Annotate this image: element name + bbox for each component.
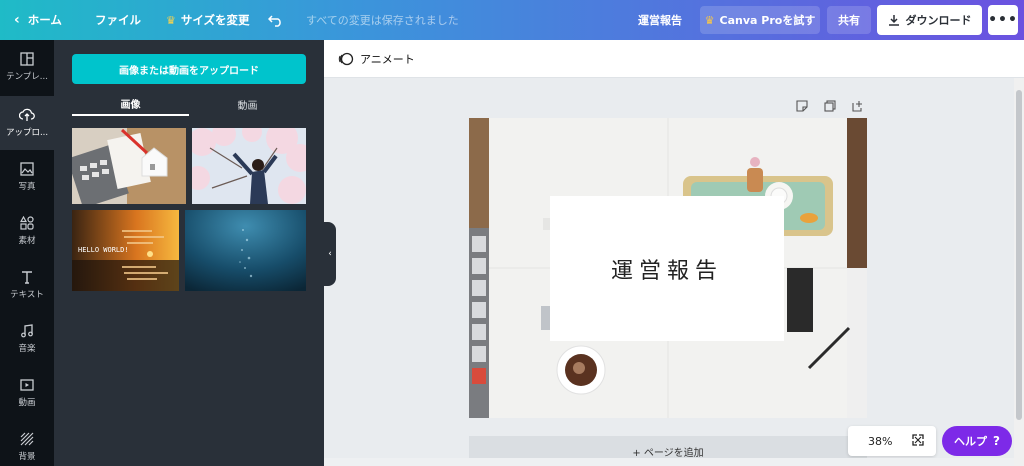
undo-icon[interactable] bbox=[268, 0, 284, 40]
tab-videos[interactable]: 動画 bbox=[189, 92, 306, 116]
thumbnail-calculator-house[interactable] bbox=[72, 128, 186, 204]
rail-item-templates[interactable]: テンプレ... bbox=[0, 40, 54, 94]
home-label: ホーム bbox=[27, 13, 62, 27]
editor-toolbar: アニメート bbox=[324, 40, 1024, 78]
home-button[interactable]: ‹ ホーム bbox=[14, 0, 62, 40]
add-page-icon[interactable] bbox=[852, 97, 866, 112]
download-label: ダウンロード bbox=[905, 14, 972, 27]
rail-label: 写真 bbox=[18, 182, 36, 192]
photo-icon bbox=[20, 162, 34, 176]
horizontal-scrollbar[interactable] bbox=[324, 458, 1014, 466]
animate-label: アニメート bbox=[360, 53, 415, 66]
collapse-panel-button[interactable]: ‹ bbox=[324, 222, 336, 286]
rail-item-background[interactable]: 背景 bbox=[0, 420, 54, 466]
upload-icon bbox=[19, 108, 35, 121]
save-status: すべての変更は保存されました bbox=[306, 14, 459, 27]
crown-icon: ♛ bbox=[166, 13, 176, 27]
animate-icon bbox=[338, 52, 354, 66]
download-button[interactable]: ダウンロード bbox=[877, 5, 982, 35]
rail-label: 背景 bbox=[18, 452, 36, 462]
top-bar: ‹ ホーム ファイル ♛ サイズを変更 すべての変更は保存されました 運営報告 … bbox=[0, 0, 1024, 40]
share-button[interactable]: 共有 bbox=[827, 6, 871, 34]
try-pro-button[interactable]: ♛ Canva Proを試す bbox=[700, 6, 820, 34]
rail-label: 音楽 bbox=[18, 344, 36, 354]
rail-label: アップロ... bbox=[5, 128, 49, 138]
scroll-thumb[interactable] bbox=[1016, 90, 1022, 420]
page-title-text[interactable]: 運営報告 bbox=[550, 196, 784, 341]
uploads-panel: 画像または動画をアップロード 画像 動画 HELLO WORLD! bbox=[54, 40, 324, 466]
tab-images[interactable]: 画像 bbox=[72, 92, 189, 116]
thumb-hello-text: HELLO WORLD! bbox=[78, 246, 129, 254]
download-icon bbox=[888, 15, 899, 26]
rail-label: 動画 bbox=[18, 398, 36, 408]
rail-label: テキスト bbox=[10, 290, 44, 300]
crown-icon: ♛ bbox=[704, 13, 715, 27]
note-icon[interactable] bbox=[796, 97, 810, 112]
fullscreen-icon[interactable] bbox=[912, 433, 925, 449]
resize-label: サイズを変更 bbox=[180, 13, 250, 27]
resize-button[interactable]: ♛ サイズを変更 bbox=[166, 0, 250, 40]
chevron-left-icon: ‹ bbox=[14, 12, 20, 28]
rail-item-music[interactable]: 音楽 bbox=[0, 312, 54, 366]
help-button[interactable]: ヘルプ ? bbox=[942, 426, 1012, 456]
rail-item-video[interactable]: 動画 bbox=[0, 366, 54, 420]
video-icon bbox=[20, 379, 34, 391]
page-actions bbox=[782, 97, 866, 112]
question-icon: ? bbox=[993, 434, 1000, 448]
rail-item-text[interactable]: テキスト bbox=[0, 258, 54, 312]
vertical-scrollbar[interactable] bbox=[1014, 78, 1024, 466]
elements-icon bbox=[20, 216, 34, 230]
side-rail: テンプレ... アップロ... 写真 素材 テキスト 音楽 動画 背景 bbox=[0, 40, 54, 466]
rail-item-uploads[interactable]: アップロ... bbox=[0, 96, 54, 150]
more-options-button[interactable]: ••• bbox=[988, 5, 1018, 35]
help-label: ヘルプ bbox=[954, 435, 988, 448]
try-pro-label: Canva Proを試す bbox=[719, 14, 816, 27]
rail-item-elements[interactable]: 素材 bbox=[0, 204, 54, 258]
file-menu[interactable]: ファイル bbox=[95, 0, 141, 40]
zoom-control[interactable]: 38% bbox=[848, 426, 936, 456]
rail-label: テンプレ... bbox=[6, 72, 48, 82]
rail-item-photos[interactable]: 写真 bbox=[0, 150, 54, 204]
background-icon bbox=[20, 432, 34, 446]
chevron-left-icon: ‹ bbox=[328, 249, 332, 259]
thumbnail-cherry-blossom[interactable] bbox=[192, 128, 306, 204]
document-title[interactable]: 運営報告 bbox=[638, 0, 682, 40]
zoom-level[interactable]: 38% bbox=[868, 435, 892, 448]
thumbnail-hello-world[interactable]: HELLO WORLD! bbox=[72, 210, 179, 291]
upload-media-button[interactable]: 画像または動画をアップロード bbox=[72, 54, 306, 84]
rail-label: 素材 bbox=[18, 236, 36, 246]
music-icon bbox=[21, 324, 33, 338]
thumbnail-underwater[interactable] bbox=[185, 210, 306, 291]
animate-button[interactable]: アニメート bbox=[338, 40, 415, 78]
duplicate-page-icon[interactable] bbox=[824, 97, 838, 112]
text-icon bbox=[22, 271, 32, 284]
template-icon bbox=[20, 52, 34, 66]
